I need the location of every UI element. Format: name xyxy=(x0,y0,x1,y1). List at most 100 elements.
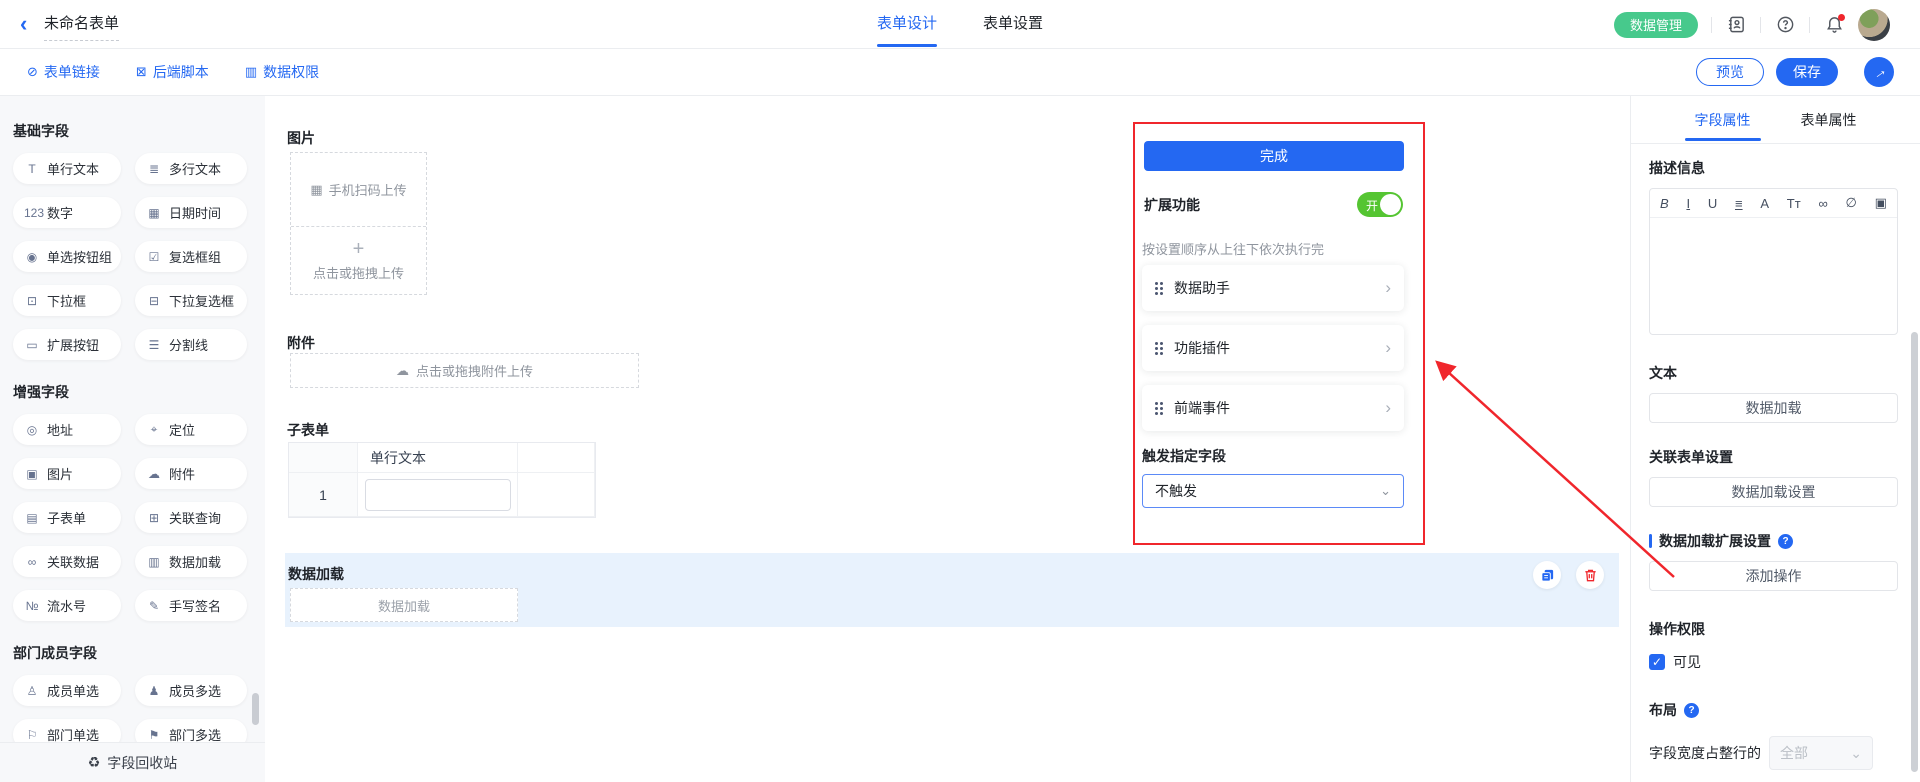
field-recycle-bin[interactable]: ♻ 字段回收站 xyxy=(0,742,265,782)
text-label: 文本 xyxy=(1649,363,1898,383)
dataload-field-row[interactable]: 数据加载 数据加载 xyxy=(285,553,1619,627)
delete-field-icon[interactable] xyxy=(1576,561,1604,589)
toggle-knob xyxy=(1380,194,1401,215)
toggle-on-label: 开 xyxy=(1366,197,1378,214)
form-link[interactable]: ⊘ 表单链接 xyxy=(27,62,100,82)
inspector-tabs: 字段属性 表单属性 xyxy=(1631,96,1920,144)
data-load[interactable]: ▥ 数据加载 xyxy=(135,546,247,577)
single-line-text[interactable]: T 单行文本 xyxy=(13,153,121,184)
editor-format-icon[interactable]: B xyxy=(1660,196,1669,211)
editor-format-icon[interactable]: U xyxy=(1708,196,1717,211)
attachment-upload-label: 点击或拖拽附件上传 xyxy=(416,361,533,380)
field-width-label: 字段宽度占整行的 xyxy=(1649,743,1761,763)
checkbox-checked-icon[interactable]: ✓ xyxy=(1649,654,1665,670)
field-type-label: 日期时间 xyxy=(169,203,221,222)
radio-group[interactable]: ◉ 单选按钮组 xyxy=(13,241,121,272)
divider[interactable]: ☰ 分割线 xyxy=(135,329,247,360)
address[interactable]: ◎ 地址 xyxy=(13,414,121,445)
location[interactable]: ⌖ 定位 xyxy=(135,414,247,445)
share-button[interactable]: → xyxy=(1864,57,1894,87)
user-avatar[interactable] xyxy=(1858,9,1890,41)
member-multi[interactable]: ♟ 成员多选 xyxy=(135,675,247,706)
divider xyxy=(1760,17,1761,33)
dropdown[interactable]: ⊡ 下拉框 xyxy=(13,285,121,316)
drag-handle-icon[interactable] xyxy=(1155,402,1163,415)
number[interactable]: 123 数字 xyxy=(13,197,121,228)
image-upload-field[interactable]: ▦ 手机扫码上传 + 点击或拖拽上传 xyxy=(290,152,427,295)
checkbox-group[interactable]: ☑ 复选框组 xyxy=(135,241,247,272)
description-editor[interactable]: B I U ≡ A Tт ∞ ∅ ▣ xyxy=(1649,188,1898,335)
subform-field-label: 子表单 xyxy=(287,420,329,440)
data-manage-button[interactable]: 数据管理 xyxy=(1614,12,1698,38)
help-question-icon[interactable]: ? xyxy=(1778,534,1793,549)
drag-handle-icon[interactable] xyxy=(1155,282,1163,295)
tab-form-settings[interactable]: 表单设置 xyxy=(983,0,1043,48)
help-icon[interactable] xyxy=(1774,14,1796,36)
field-type-icon: ☰ xyxy=(146,338,162,352)
text-value-box[interactable]: 数据加载 xyxy=(1649,393,1898,423)
editor-format-icon[interactable]: I xyxy=(1686,196,1690,211)
dropdown-multi[interactable]: ⊟ 下拉复选框 xyxy=(135,285,247,316)
card-label: 数据助手 xyxy=(1174,278,1385,298)
backend-script[interactable]: ⊠ 后端脚本 xyxy=(136,62,209,82)
help-question-icon[interactable]: ? xyxy=(1684,703,1699,718)
contacts-icon[interactable] xyxy=(1725,14,1747,36)
data-helper[interactable]: 数据助手 › xyxy=(1142,265,1404,311)
multi-line-text[interactable]: ≣ 多行文本 xyxy=(135,153,247,184)
trigger-field-label: 触发指定字段 xyxy=(1142,446,1226,466)
attachment[interactable]: ☁ 附件 xyxy=(135,458,247,489)
image[interactable]: ▣ 图片 xyxy=(13,458,121,489)
save-button[interactable]: 保存 xyxy=(1776,58,1838,86)
function-plugin[interactable]: 功能插件 › xyxy=(1142,325,1404,371)
data-permission[interactable]: ▥ 数据权限 xyxy=(245,62,319,82)
editor-format-icon[interactable]: ▣ xyxy=(1875,195,1887,211)
dataload-settings-button[interactable]: 数据加载设置 xyxy=(1649,477,1898,507)
subform-text-input[interactable] xyxy=(365,479,511,511)
field-type-label: 成员单选 xyxy=(47,681,99,700)
notification-bell-icon[interactable] xyxy=(1823,14,1845,36)
handwritten-signature[interactable]: ✎ 手写签名 xyxy=(135,590,247,621)
trigger-field-select[interactable]: 不触发 ⌄ xyxy=(1142,474,1404,508)
click-upload-area[interactable]: + 点击或拖拽上传 xyxy=(291,227,426,294)
copy-field-icon[interactable] xyxy=(1533,561,1561,589)
field-width-row: 字段宽度占整行的 全部 ⌄ xyxy=(1649,736,1898,770)
subform[interactable]: ▤ 子表单 xyxy=(13,502,121,533)
add-action-button[interactable]: 添加操作 xyxy=(1649,561,1898,591)
subform-table: 单行文本 1 xyxy=(288,442,596,518)
attachment-field-label: 附件 xyxy=(287,333,315,353)
editor-format-icon[interactable]: Tт xyxy=(1787,196,1801,211)
attachment-upload-field[interactable]: ☁ 点击或拖拽附件上传 xyxy=(290,353,639,388)
frontend-event[interactable]: 前端事件 › xyxy=(1142,385,1404,431)
serial-number[interactable]: № 流水号 xyxy=(13,590,121,621)
tab-form-design[interactable]: 表单设计 xyxy=(877,0,937,48)
editor-format-icon[interactable]: ∅ xyxy=(1846,195,1857,211)
editor-toolbar: B I U ≡ A Tт ∞ ∅ ▣ xyxy=(1650,189,1897,218)
related-query[interactable]: ⊞ 关联查询 xyxy=(135,502,247,533)
related-data[interactable]: ∞ 关联数据 xyxy=(13,546,121,577)
extend-button[interactable]: ▭ 扩展按钮 xyxy=(13,329,121,360)
editor-format-icon[interactable]: A xyxy=(1760,196,1769,211)
field-type-label: 下拉框 xyxy=(47,291,86,310)
preview-button[interactable]: 预览 xyxy=(1696,58,1764,86)
visible-checkbox-row[interactable]: ✓ 可见 xyxy=(1649,652,1898,672)
done-button[interactable]: 完成 xyxy=(1144,141,1404,171)
inspector-scrollbar[interactable] xyxy=(1911,332,1918,772)
member-single[interactable]: ♙ 成员单选 xyxy=(13,675,121,706)
drag-handle-icon[interactable] xyxy=(1155,342,1163,355)
editor-format-icon[interactable]: ≡ xyxy=(1735,196,1743,211)
extension-toggle[interactable]: 开 xyxy=(1357,192,1403,217)
field-type-icon: ▥ xyxy=(146,555,162,569)
field-width-select[interactable]: 全部 ⌄ xyxy=(1769,736,1873,770)
dataload-placeholder-button[interactable]: 数据加载 xyxy=(290,588,518,622)
editor-format-icon[interactable]: ∞ xyxy=(1818,196,1827,211)
tab-form-properties[interactable]: 表单属性 xyxy=(1801,96,1857,144)
tab-field-properties[interactable]: 字段属性 xyxy=(1695,96,1751,144)
field-type-label: 数据加载 xyxy=(169,552,221,571)
sidebar-scrollbar[interactable] xyxy=(252,693,259,725)
scan-upload-area[interactable]: ▦ 手机扫码上传 xyxy=(291,153,426,227)
datetime[interactable]: ▦ 日期时间 xyxy=(135,197,247,228)
section-marker xyxy=(1649,534,1652,548)
field-type-label: 流水号 xyxy=(47,596,86,615)
dataload-extension-settings-header: 数据加载扩展设置 ? xyxy=(1649,531,1898,551)
field-type-icon: ♙ xyxy=(24,684,40,698)
